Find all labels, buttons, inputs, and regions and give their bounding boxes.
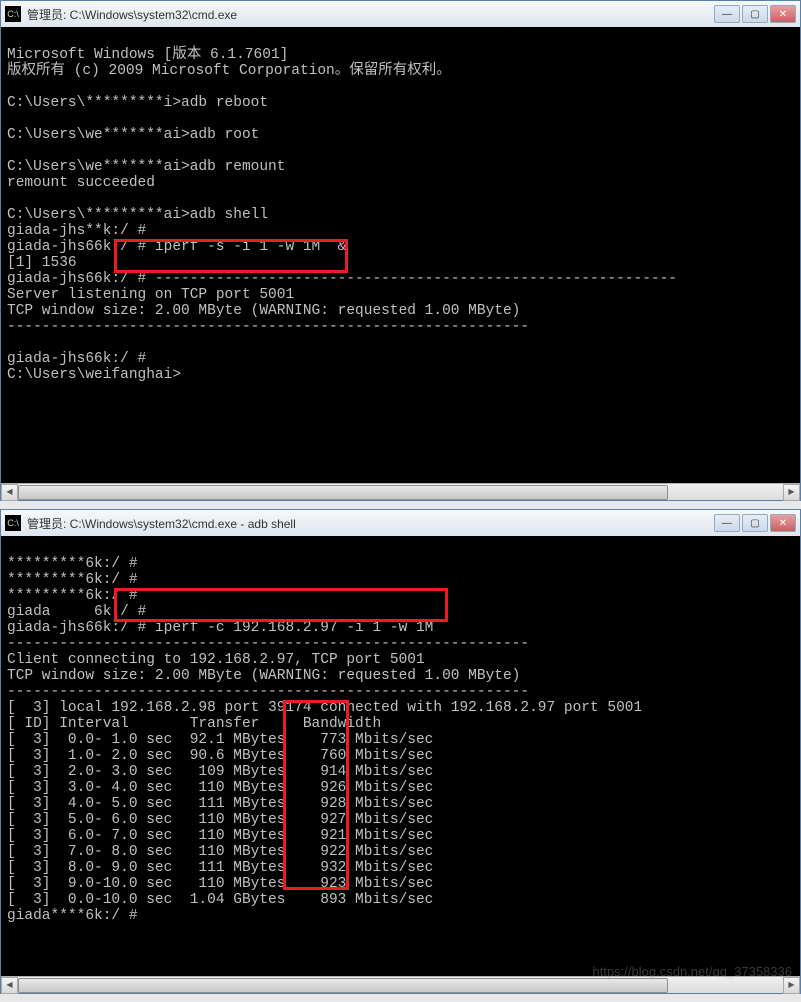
line: 版权所有 (c) 2009 Microsoft Corporation。保留所有… (7, 63, 451, 79)
scroll-track[interactable] (18, 484, 783, 501)
scroll-thumb[interactable] (18, 485, 668, 500)
scroll-right-button[interactable]: ▶ (783, 977, 800, 994)
line: C:\Users\weifanghai> (7, 367, 181, 383)
cmd-window-client: C:\ 管理员: C:\Windows\system32\cmd.exe - a… (0, 509, 801, 994)
close-button[interactable]: ✕ (770, 514, 796, 532)
line: TCP window size: 2.00 MByte (WARNING: re… (7, 668, 520, 684)
prompt: giada-jhs66k:/ (7, 239, 129, 255)
results-table: [ 3] 0.0- 1.0 sec 92.1 MBytes 773 Mbits/… (7, 732, 794, 908)
line: Server listening on TCP port 5001 (7, 287, 294, 303)
line: Client connecting to 192.168.2.97, TCP p… (7, 652, 425, 668)
window-title: 管理员: C:\Windows\system32\cmd.exe - adb s… (27, 515, 714, 532)
line: *********6k:/ # (7, 572, 138, 588)
window-controls: — ▢ ✕ (714, 5, 796, 23)
iperf-client-command: # iperf -c 192.168.2.97 -i 1 -w 1M (129, 620, 442, 636)
minimize-button[interactable]: — (714, 5, 740, 23)
scroll-left-button[interactable]: ◀ (1, 484, 18, 501)
highlight-client-cmd (114, 588, 448, 622)
close-button[interactable]: ✕ (770, 5, 796, 23)
cmd-icon: C:\ (5, 6, 21, 22)
window-title: 管理员: C:\Windows\system32\cmd.exe (27, 6, 714, 23)
window-controls: — ▢ ✕ (714, 514, 796, 532)
terminal-output[interactable]: Microsoft Windows [版本 6.1.7601] 版权所有 (c)… (1, 27, 800, 483)
line: giada****6k:/ # (7, 908, 138, 924)
line: giada-jhs66k:/ # -----------------------… (7, 271, 677, 287)
scroll-left-button[interactable]: ◀ (1, 977, 18, 994)
line: C:\Users\we*******ai>adb remount (7, 159, 285, 175)
titlebar[interactable]: C:\ 管理员: C:\Windows\system32\cmd.exe — ▢… (1, 1, 800, 27)
line: C:\Users\*********i>adb reboot (7, 95, 268, 111)
scroll-thumb[interactable] (18, 978, 668, 993)
line: giada 6k:/ # (7, 604, 146, 620)
cmd-window-server: C:\ 管理员: C:\Windows\system32\cmd.exe — ▢… (0, 0, 801, 501)
iperf-server-command: # iperf -s -i 1 -w 1M & (129, 239, 355, 255)
scrollbar-horizontal[interactable]: ◀ ▶ (1, 483, 800, 500)
scroll-right-button[interactable]: ▶ (783, 484, 800, 501)
scroll-track[interactable] (18, 977, 783, 994)
line: giada-jhs**k:/ # (7, 223, 146, 239)
line: *********6k:/ # (7, 588, 138, 604)
line: remount succeeded (7, 175, 155, 191)
line: TCP window size: 2.00 MByte (WARNING: re… (7, 303, 520, 319)
line: C:\Users\*********ai>adb shell (7, 207, 268, 223)
scrollbar-horizontal[interactable]: ◀ ▶ (1, 976, 800, 993)
maximize-button[interactable]: ▢ (742, 514, 768, 532)
line: ----------------------------------------… (7, 319, 529, 335)
titlebar[interactable]: C:\ 管理员: C:\Windows\system32\cmd.exe - a… (1, 510, 800, 536)
terminal-output[interactable]: *********6k:/ # *********6k:/ # ********… (1, 536, 800, 976)
line: *********6k:/ # (7, 556, 138, 572)
line: Microsoft Windows [版本 6.1.7601] (7, 47, 288, 63)
results-header: [ ID] Interval Transfer Bandwidth (7, 716, 381, 732)
line: ----------------------------------------… (7, 636, 529, 652)
line: ----------------------------------------… (7, 684, 529, 700)
line: C:\Users\we*******ai>adb root (7, 127, 259, 143)
prompt: giada-jhs66k:/ (7, 620, 129, 636)
cmd-icon: C:\ (5, 515, 21, 531)
maximize-button[interactable]: ▢ (742, 5, 768, 23)
line: [1] 1536 (7, 255, 77, 271)
line: [ 3] local 192.168.2.98 port 39174 conne… (7, 700, 642, 716)
line: giada-jhs66k:/ # (7, 351, 146, 367)
minimize-button[interactable]: — (714, 514, 740, 532)
